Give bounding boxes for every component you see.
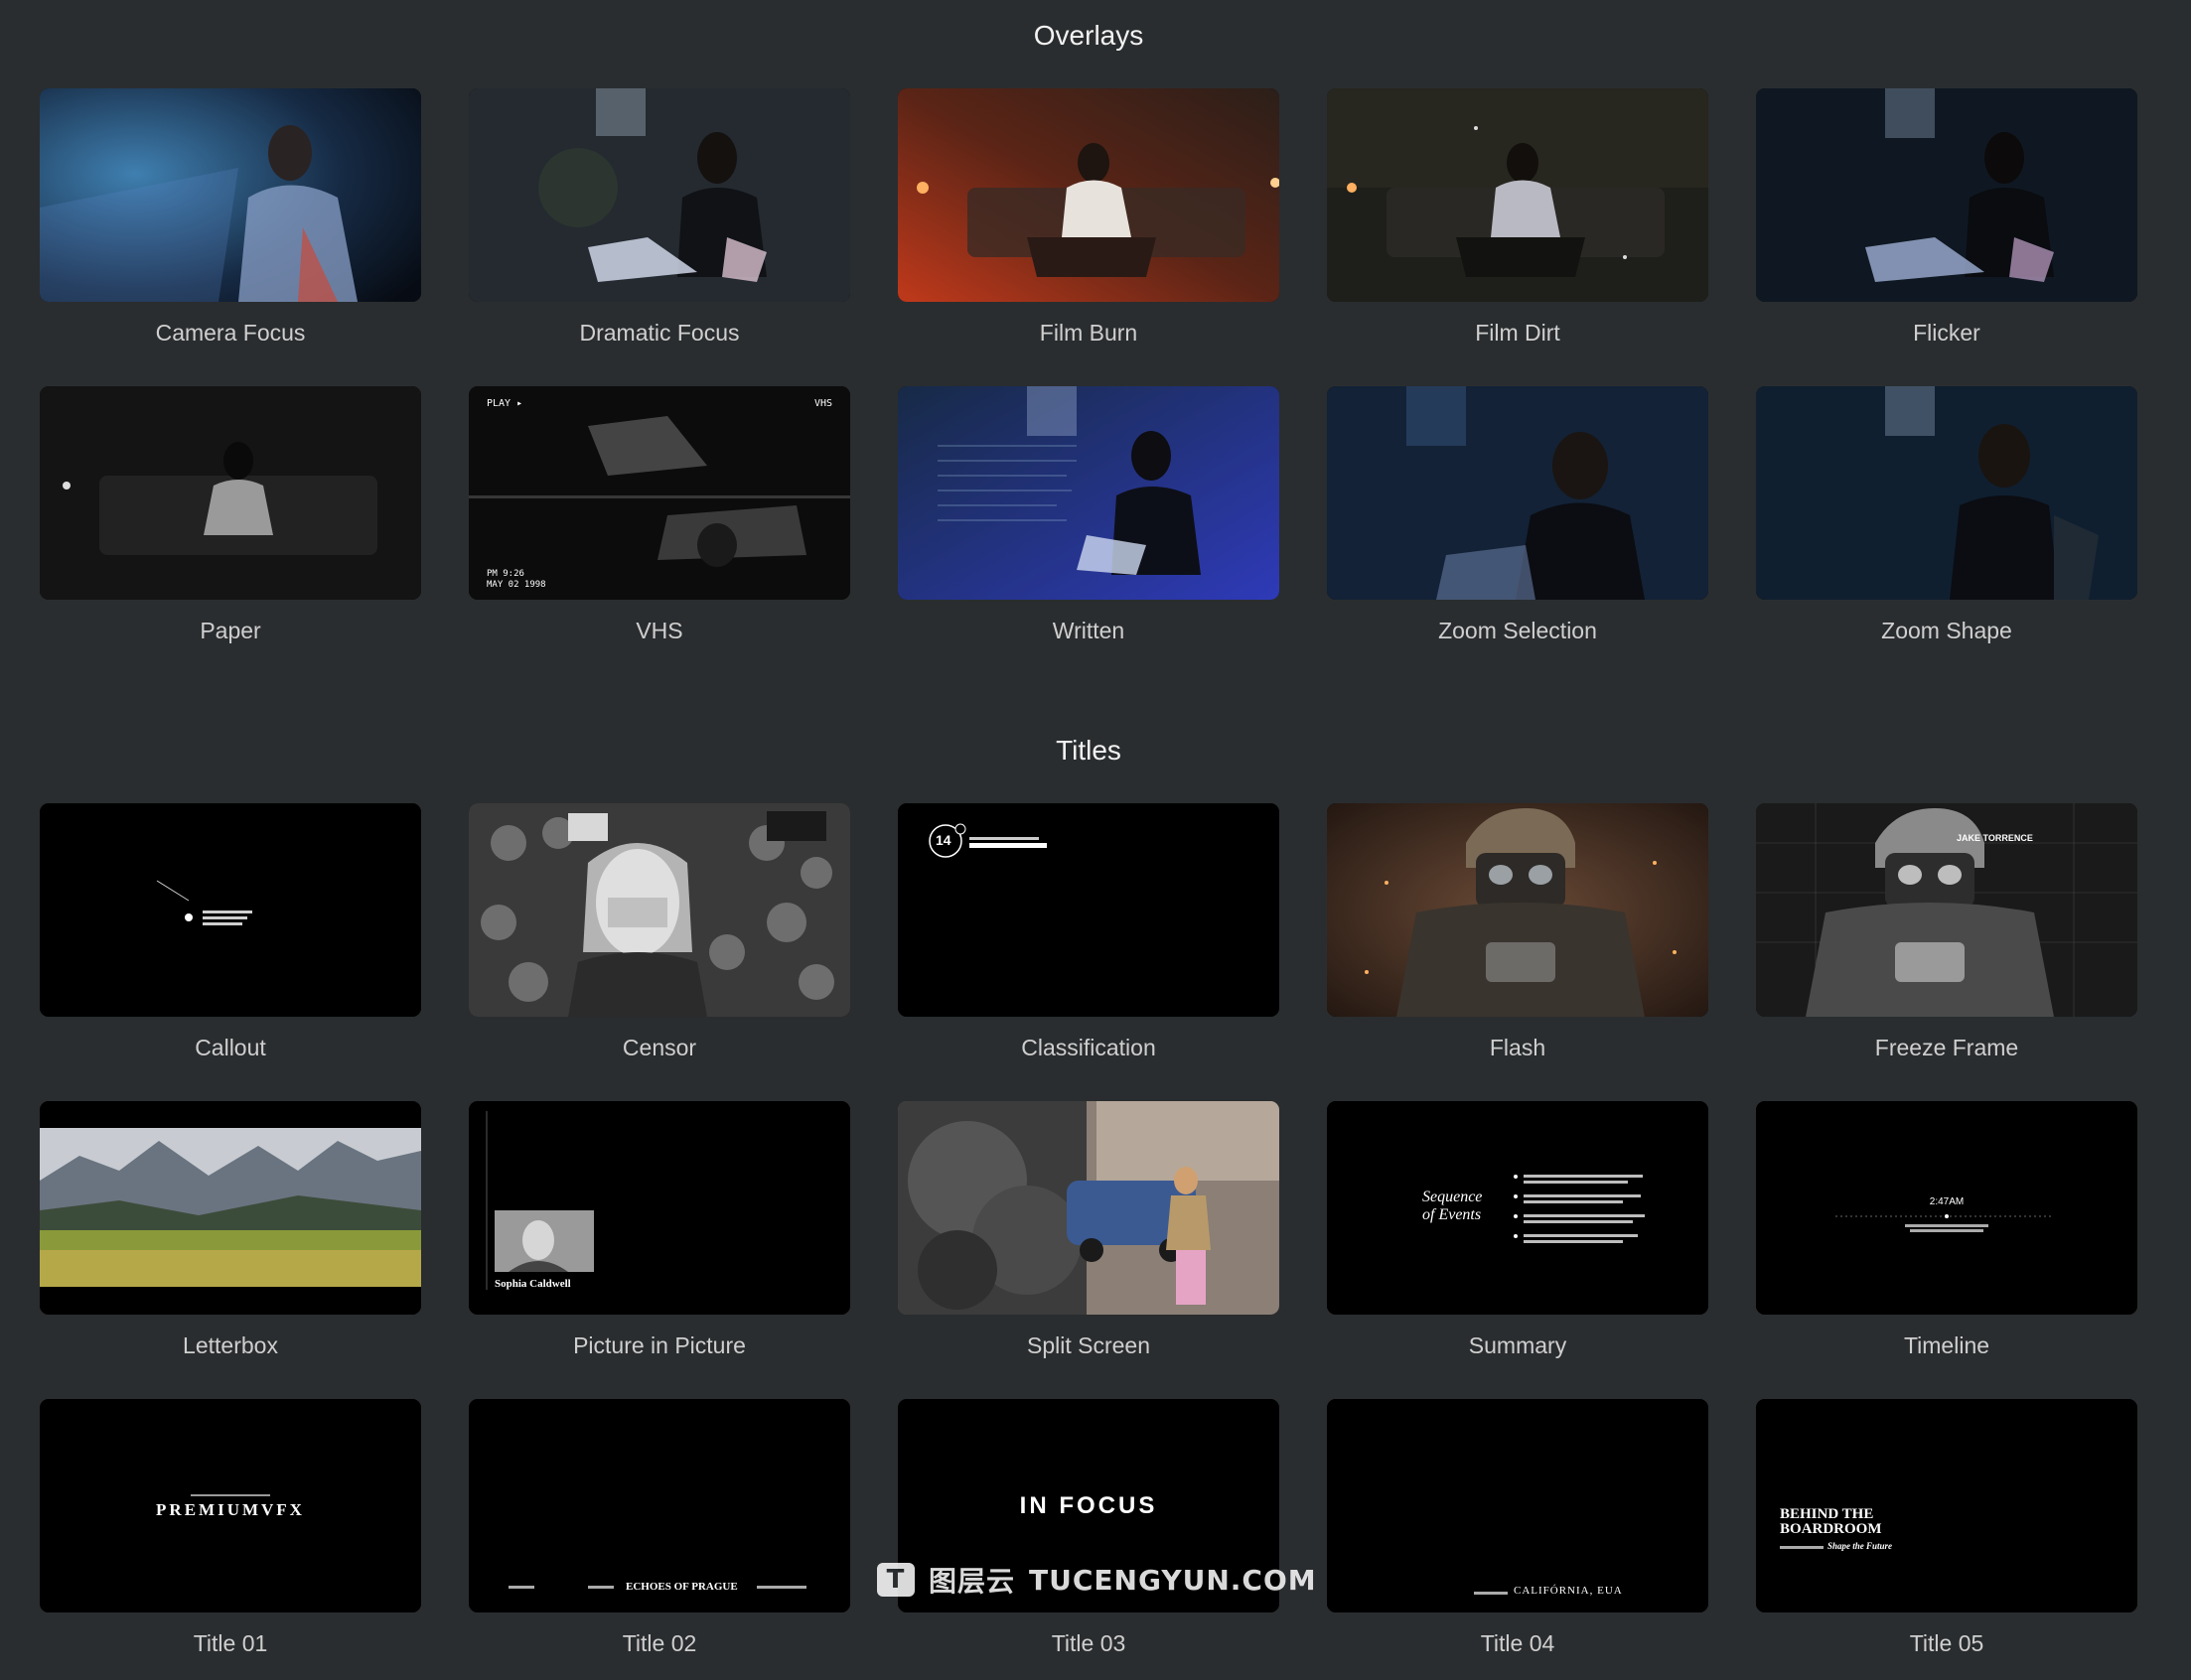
thumbnail: ECHOES OF PRAGUE	[469, 1399, 850, 1612]
thumbnail: 14	[898, 803, 1279, 1017]
overlay-tile-flicker[interactable]: Flicker	[1756, 88, 2137, 347]
title-tile-title-02[interactable]: ECHOES OF PRAGUE Title 02	[469, 1399, 850, 1657]
vhs-play-text: PLAY ▸	[487, 398, 523, 409]
tile-label: Split Screen	[1026, 1332, 1150, 1358]
thumbnail	[40, 1101, 421, 1315]
tile-label: Camera Focus	[155, 320, 306, 346]
summary-heading-line1: Sequence	[1422, 1189, 1483, 1205]
title-tile-freeze-frame[interactable]: JAKE TORRENCE Freeze Frame	[1756, 803, 2137, 1061]
vhs-time-text: PM 9:26	[487, 569, 524, 579]
thumbnail	[898, 386, 1279, 600]
tile-label: Written	[1052, 618, 1125, 643]
tile-label: Censor	[622, 1035, 697, 1060]
thumbnail: 2:47AM	[1756, 1101, 2137, 1315]
tile-label: Title 01	[193, 1630, 268, 1656]
thumbnail	[1327, 88, 1708, 302]
thumbnail	[1756, 386, 2137, 600]
title03-main-text: IN FOCUS	[1019, 1492, 1158, 1519]
tile-label: Title 05	[1909, 1630, 1984, 1656]
tile-label: Film Dirt	[1475, 320, 1560, 346]
thumbnail: Sequence of Events	[1327, 1101, 1708, 1315]
section-title-overlays: Overlays	[1033, 20, 1144, 51]
section-title-titles: Titles	[1056, 735, 1121, 766]
thumbnail	[898, 1101, 1279, 1315]
summary-heading-line2: of Events	[1422, 1206, 1482, 1223]
tile-label: Film Burn	[1039, 320, 1138, 346]
title-tile-title-04[interactable]: CALIFÓRNIA, EUA Title 04	[1327, 1399, 1708, 1657]
title-tile-flash[interactable]: Flash	[1327, 803, 1708, 1061]
thumbnail: PREMIUMVFX	[40, 1399, 421, 1612]
title-tile-title-01[interactable]: PREMIUMVFX Title 01	[40, 1399, 421, 1657]
vhs-mode-text: VHS	[813, 398, 832, 409]
tile-label: Timeline	[1903, 1332, 1990, 1358]
tile-label: Letterbox	[183, 1332, 278, 1358]
thumbnail: BEHIND THE BOARDROOM Shape the Future	[1756, 1399, 2137, 1612]
thumbnail	[469, 803, 850, 1017]
title-tile-summary[interactable]: Sequence of Events Summary	[1327, 1101, 1708, 1359]
tile-label: Flash	[1489, 1035, 1546, 1060]
title01-main-text: PREMIUMVFX	[156, 1500, 305, 1519]
overlay-tile-film-dirt[interactable]: Film Dirt	[1327, 88, 1708, 347]
tile-label: Title 03	[1051, 1630, 1126, 1656]
title-tile-title-05[interactable]: BEHIND THE BOARDROOM Shape the Future Ti…	[1756, 1399, 2137, 1657]
overlay-tile-paper[interactable]: Paper	[40, 386, 421, 644]
tile-label: Title 04	[1480, 1630, 1555, 1656]
title04-main-text: CALIFÓRNIA, EUA	[1514, 1585, 1623, 1597]
tile-label: Title 02	[622, 1630, 697, 1656]
overlay-tile-written[interactable]: Written	[898, 386, 1279, 644]
thumbnail	[40, 88, 421, 302]
overlay-tile-dramatic-focus[interactable]: Dramatic Focus	[469, 88, 850, 347]
title02-main-text: ECHOES OF PRAGUE	[626, 1581, 738, 1593]
thumbnail	[40, 386, 421, 600]
thumbnail: PLAY ▸ VHS PM 9:26 MAY 02 1998	[469, 386, 850, 600]
overlay-tile-camera-focus[interactable]: Camera Focus	[40, 88, 421, 347]
tile-label: Flicker	[1913, 320, 1980, 346]
thumbnail: IN FOCUS	[898, 1399, 1279, 1612]
tile-label: Zoom Shape	[1881, 618, 2012, 643]
title05-tagline: Shape the Future	[1827, 1541, 1893, 1551]
title-tile-censor[interactable]: Censor	[469, 803, 850, 1061]
tile-label: Paper	[200, 618, 261, 643]
tile-label: Dramatic Focus	[579, 320, 740, 346]
thumbnail	[1756, 88, 2137, 302]
title-tile-split-screen[interactable]: Split Screen	[898, 1101, 1279, 1359]
thumbnail: JAKE TORRENCE	[1756, 803, 2137, 1017]
classification-rating: 14	[936, 832, 951, 848]
title05-line2: BOARDROOM	[1780, 1521, 1882, 1537]
tile-label: VHS	[636, 618, 683, 643]
tile-label: Picture in Picture	[573, 1332, 746, 1358]
title-tile-classification[interactable]: 14 Classification	[898, 803, 1279, 1061]
pip-name-text: Sophia Caldwell	[495, 1278, 571, 1290]
title-tile-callout[interactable]: Callout	[40, 803, 421, 1061]
overlay-tile-film-burn[interactable]: Film Burn	[898, 88, 1279, 347]
overlay-tile-zoom-shape[interactable]: Zoom Shape	[1756, 386, 2137, 644]
timeline-time-text: 2:47AM	[1929, 1196, 1965, 1207]
title-tile-timeline[interactable]: 2:47AM Timeline	[1756, 1101, 2137, 1359]
thumbnail	[40, 803, 421, 1017]
thumbnail	[898, 88, 1279, 302]
overlay-tile-zoom-selection[interactable]: Zoom Selection	[1327, 386, 1708, 644]
title-tile-title-03[interactable]: IN FOCUS Title 03	[898, 1399, 1279, 1657]
freeze-name-text: JAKE TORRENCE	[1957, 833, 2033, 843]
vhs-date-text: MAY 02 1998	[487, 580, 546, 590]
thumbnail: Sophia Caldwell	[469, 1101, 850, 1315]
tile-label: Zoom Selection	[1438, 618, 1597, 643]
tile-label: Freeze Frame	[1874, 1035, 2019, 1060]
tile-label: Classification	[1021, 1035, 1156, 1060]
tile-label: Summary	[1468, 1332, 1567, 1358]
thumbnail	[1327, 386, 1708, 600]
overlay-tile-vhs[interactable]: PLAY ▸ VHS PM 9:26 MAY 02 1998 VHS	[469, 386, 850, 644]
title-tile-letterbox[interactable]: Letterbox	[40, 1101, 421, 1359]
tile-label: Callout	[195, 1035, 266, 1060]
thumbnail: CALIFÓRNIA, EUA	[1327, 1399, 1708, 1612]
thumbnail	[469, 88, 850, 302]
thumbnail	[1327, 803, 1708, 1017]
title-tile-picture-in-picture[interactable]: Sophia Caldwell Picture in Picture	[469, 1101, 850, 1359]
